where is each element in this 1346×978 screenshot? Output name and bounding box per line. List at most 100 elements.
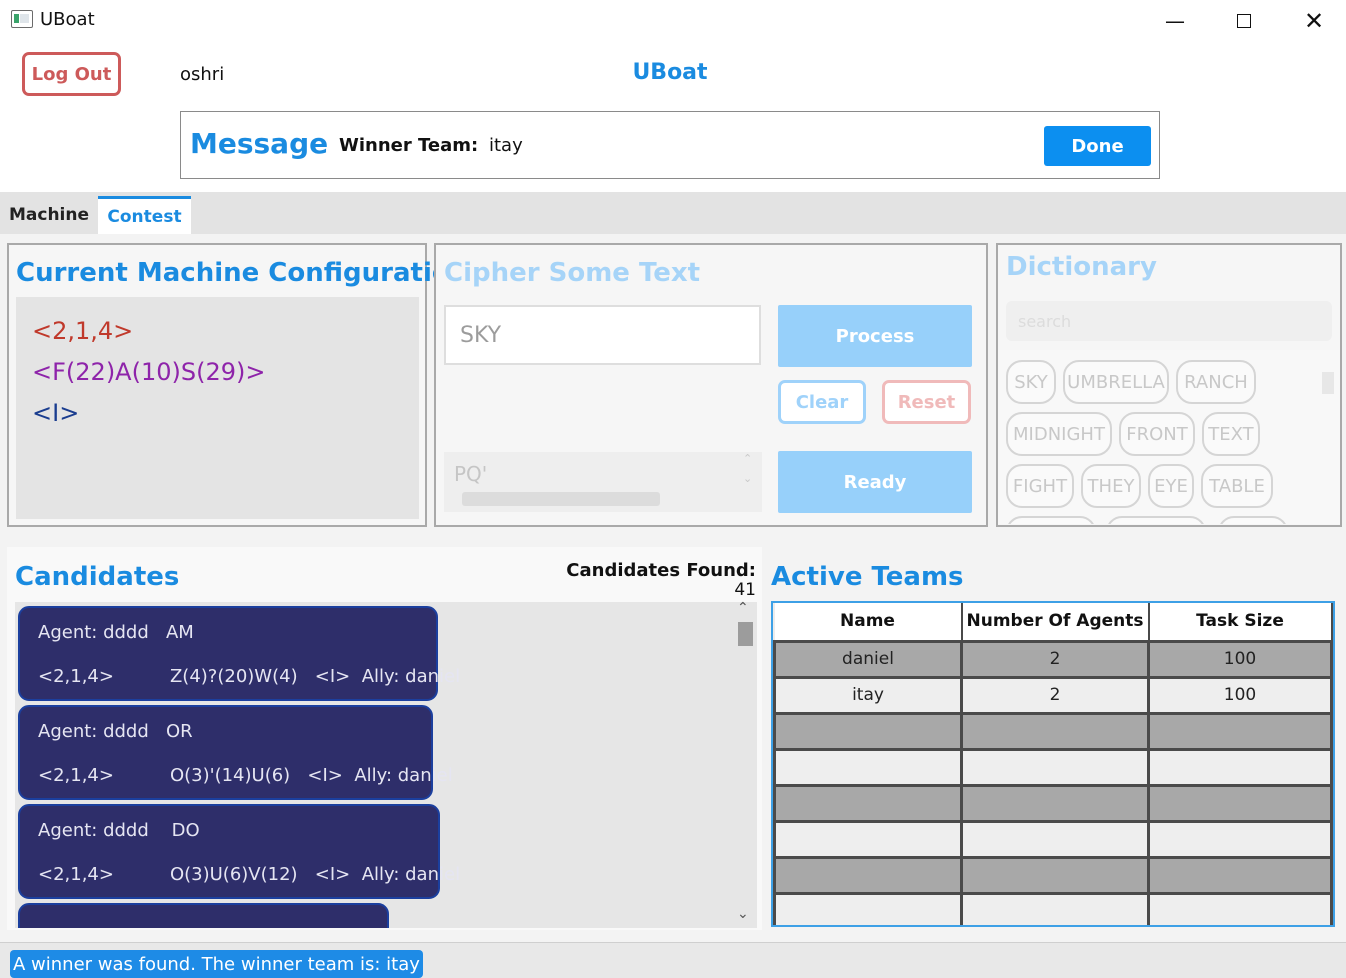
word-chip[interactable]: THEY: [1081, 464, 1141, 508]
word-chip[interactable]: FIGHT: [1006, 464, 1074, 508]
status-message: A winner was found. The winner team is: …: [10, 950, 423, 978]
table-row[interactable]: [773, 819, 1333, 859]
team-agents-cell: [960, 855, 1150, 895]
team-agents-cell: [960, 819, 1150, 859]
candidate-card[interactable]: [18, 903, 389, 928]
table-row[interactable]: [773, 855, 1333, 895]
candidate-ally: Ally: daniel: [361, 864, 461, 885]
app-icon: [11, 10, 33, 28]
candidates-found-count: 41: [734, 580, 756, 600]
dictionary-scrollbar[interactable]: [1322, 372, 1334, 394]
candidates-scrollbar-thumb[interactable]: [738, 622, 753, 646]
chevron-down-icon[interactable]: ⌄: [737, 906, 749, 922]
config-rotors: <2,1,4>: [32, 317, 134, 345]
candidate-card[interactable]: Agent: dddd AM <2,1,4> Z(4)?(20)W(4) <I> …: [18, 606, 460, 701]
word-chip[interactable]: RANCH: [1176, 360, 1256, 404]
word-chip[interactable]: FRONT: [1119, 412, 1195, 456]
candidate-word: OR: [165, 721, 193, 742]
candidate-word: AM: [165, 622, 194, 643]
team-name-cell: [773, 747, 963, 787]
candidate-card[interactable]: Agent: dddd OR <2,1,4> O(3)'(14)U(6) <I> …: [18, 705, 453, 800]
tab-bar: [0, 192, 1346, 234]
winner-team-label: Winner Team:: [339, 135, 479, 156]
column-header-name[interactable]: Name: [774, 603, 963, 642]
team-agents-cell: [960, 783, 1150, 823]
word-chip[interactable]: UMBRELLA: [1063, 360, 1169, 404]
candidate-rotors: <2,1,4>: [38, 864, 114, 885]
team-name-cell: [773, 711, 963, 751]
team-task-size-cell: [1147, 711, 1333, 751]
config-reflector: <I>: [32, 399, 80, 427]
minimize-icon[interactable]: —: [1155, 6, 1195, 36]
tab-contest[interactable]: Contest: [98, 196, 191, 234]
candidate-ally: Ally: daniel: [361, 666, 461, 687]
team-task-size-cell: [1147, 891, 1333, 925]
message-title: Message: [190, 127, 329, 160]
column-header-agents[interactable]: Number Of Agents: [961, 603, 1150, 642]
username-label: oshri: [180, 64, 225, 85]
maximize-icon[interactable]: [1224, 6, 1264, 36]
candidate-card[interactable]: Agent: dddd DO <2,1,4> O(3)U(6)V(12) <I> …: [18, 804, 460, 899]
candidate-agent: Agent: dddd: [38, 820, 149, 841]
table-row[interactable]: [773, 747, 1333, 787]
word-chip[interactable]: MIDNIGHT: [1006, 412, 1112, 456]
team-agents-cell: [960, 747, 1150, 787]
candidate-word: DO: [171, 820, 200, 841]
cipher-title: Cipher Some Text: [444, 258, 701, 288]
word-chip[interactable]: SKY: [1006, 360, 1056, 404]
team-name-cell: [773, 891, 963, 925]
team-name-cell: [773, 855, 963, 895]
chevron-up-icon[interactable]: ⌃: [737, 600, 749, 616]
tab-machine[interactable]: Machine: [0, 196, 98, 234]
candidates-title: Candidates: [15, 562, 180, 592]
table-row[interactable]: [773, 783, 1333, 823]
done-button[interactable]: Done: [1044, 126, 1151, 166]
team-name-cell: daniel: [773, 639, 963, 679]
cipher-output-text: PQ': [454, 462, 488, 486]
app-heading: UBoat: [632, 60, 708, 85]
table-row[interactable]: [773, 891, 1333, 925]
table-row[interactable]: itay 2 100: [773, 675, 1333, 715]
candidates-list[interactable]: Agent: dddd AM <2,1,4> Z(4)?(20)W(4) <I> …: [15, 602, 757, 928]
word-chip[interactable]: TABLE: [1201, 464, 1273, 508]
word-chip[interactable]: TEXT: [1202, 412, 1260, 456]
candidate-reflector: <I>: [314, 666, 351, 687]
chevron-down-icon[interactable]: ⌄: [743, 472, 752, 485]
candidate-positions: O(3)U(6)V(12): [169, 864, 298, 885]
word-chip[interactable]: [1006, 516, 1096, 524]
word-chip[interactable]: EYE: [1148, 464, 1194, 508]
team-agents-cell: 2: [960, 675, 1150, 715]
logout-button[interactable]: Log Out: [22, 52, 121, 96]
team-task-size-cell: 100: [1147, 675, 1333, 715]
column-header-task-size[interactable]: Task Size: [1148, 603, 1333, 642]
candidates-found-label: Candidates Found:: [566, 560, 756, 581]
candidate-positions: Z(4)?(20)W(4): [169, 666, 298, 687]
candidate-rotors: <2,1,4>: [38, 765, 114, 786]
word-chip[interactable]: [1106, 516, 1206, 524]
dictionary-title: Dictionary: [1006, 252, 1157, 282]
active-teams-title: Active Teams: [771, 562, 964, 592]
close-icon[interactable]: ✕: [1294, 6, 1334, 36]
team-agents-cell: 2: [960, 639, 1150, 679]
ready-button[interactable]: Ready: [778, 451, 972, 513]
candidate-reflector: <I>: [314, 864, 351, 885]
process-button[interactable]: Process: [778, 305, 972, 367]
output-horizontal-scrollbar[interactable]: [462, 492, 660, 506]
team-name-cell: [773, 819, 963, 859]
team-name-cell: [773, 783, 963, 823]
team-name-cell: itay: [773, 675, 963, 715]
window-title: UBoat: [40, 9, 95, 30]
candidate-rotors: <2,1,4>: [38, 666, 114, 687]
table-row[interactable]: [773, 711, 1333, 751]
word-chip[interactable]: [1218, 516, 1288, 524]
candidate-agent: Agent: dddd: [38, 622, 149, 643]
config-positions: <F(22)A(10)S(29)>: [32, 358, 266, 386]
chevron-up-icon[interactable]: ⌃: [743, 452, 752, 465]
active-teams-table: Name Number Of Agents Task Size daniel 2 1…: [771, 601, 1335, 927]
clear-button[interactable]: Clear: [778, 380, 866, 424]
table-row[interactable]: daniel 2 100: [773, 639, 1333, 679]
dictionary-search-input[interactable]: search: [1006, 301, 1332, 341]
team-agents-cell: [960, 891, 1150, 925]
reset-button[interactable]: Reset: [882, 380, 971, 424]
cipher-input[interactable]: SKY: [444, 305, 761, 365]
